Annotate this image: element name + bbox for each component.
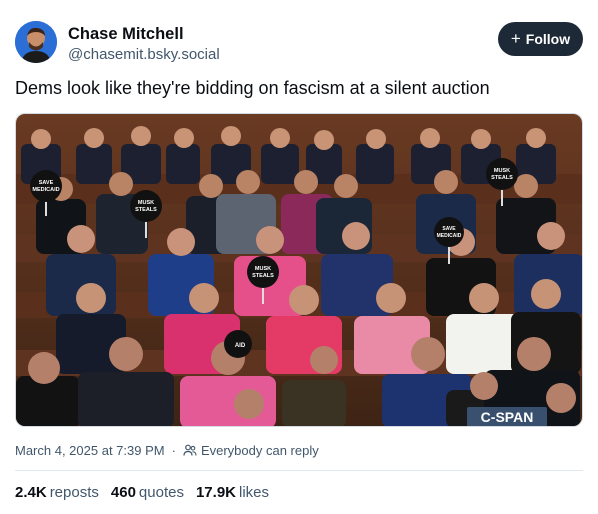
author-display-name[interactable]: Chase Mitchell (68, 24, 220, 44)
post-stats: 2.4K reposts 460 quotes 17.9K likes (15, 484, 269, 501)
svg-text:MEDICAID: MEDICAID (437, 233, 462, 239)
likes-count: 17.9K (195, 484, 236, 501)
svg-text:AID: AID (235, 343, 246, 349)
quotes-label: quotes (138, 484, 184, 501)
protest-sign: AID (224, 330, 252, 358)
cspan-watermark: C-SPAN (467, 407, 547, 426)
author-handle[interactable]: @chasemit.bsky.social (68, 45, 220, 65)
follow-label: Follow (525, 31, 571, 47)
post-card: Chase Mitchell @chasemit.bsky.social + F… (0, 0, 598, 514)
svg-text:MUSK: MUSK (255, 266, 271, 272)
svg-text:SAVE: SAVE (39, 180, 54, 186)
plus-icon: + (510, 28, 521, 48)
likes-stat[interactable]: 17.9K likes (196, 484, 269, 501)
svg-text:MUSK: MUSK (494, 168, 510, 174)
svg-text:SAVE: SAVE (442, 226, 456, 232)
congress-photo: SAVE MEDICAID MUSK STEALS MUSK STEALS SA… (16, 114, 582, 426)
likes-label: likes (239, 484, 270, 501)
post-text: Dems look like they're bidding on fascis… (15, 78, 490, 98)
quotes-count: 460 (110, 484, 136, 501)
follow-button[interactable]: + Follow (498, 22, 583, 56)
divider (15, 470, 583, 471)
svg-text:STEALS: STEALS (491, 175, 513, 181)
quotes-stat[interactable]: 460 quotes (111, 484, 184, 501)
svg-text:STEALS: STEALS (135, 207, 157, 213)
avatar[interactable] (15, 21, 57, 63)
post-timestamp[interactable]: March 4, 2025 at 7:39 PM (15, 443, 165, 458)
people-icon (183, 444, 197, 456)
reposts-label: reposts (49, 484, 99, 501)
reposts-stat[interactable]: 2.4K reposts (15, 484, 99, 501)
post-image[interactable]: SAVE MEDICAID MUSK STEALS MUSK STEALS SA… (15, 113, 583, 427)
author-info: Chase Mitchell @chasemit.bsky.social (68, 24, 220, 65)
svg-text:MUSK: MUSK (138, 200, 154, 206)
svg-text:MEDICAID: MEDICAID (32, 187, 59, 193)
reply-setting-label: Everybody can reply (200, 443, 319, 458)
reposts-count: 2.4K (15, 484, 47, 501)
meta-separator: · (171, 443, 176, 458)
post-meta: March 4, 2025 at 7:39 PM · Everybody can… (15, 443, 319, 458)
svg-text:STEALS: STEALS (252, 273, 274, 279)
svg-text:C-SPAN: C-SPAN (481, 409, 534, 425)
reply-setting: Everybody can reply (183, 443, 319, 458)
